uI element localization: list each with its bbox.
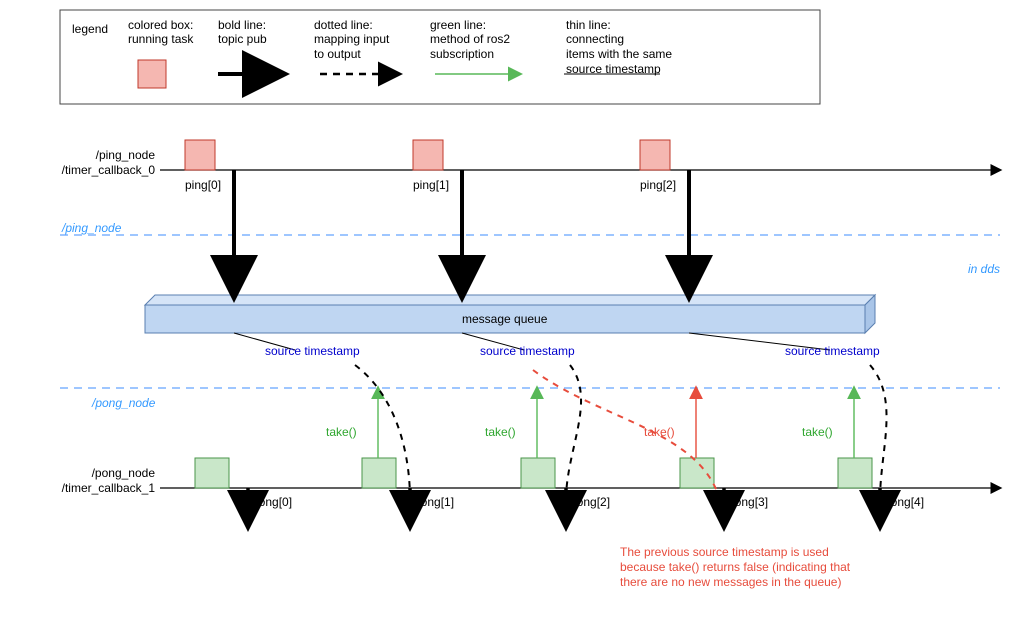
pong-label-4: pong[4]: [884, 495, 924, 510]
note-text: The previous source timestamp is used be…: [620, 545, 850, 590]
legend-item-4-s: connecting items with the same source ti…: [566, 32, 672, 77]
pong-label-1: pong[1]: [414, 495, 454, 510]
ping-node-label: /ping_node /timer_callback_0: [55, 148, 155, 178]
pong-label-2: pong[2]: [570, 495, 610, 510]
source-ts-2: source timestamp: [785, 344, 880, 359]
pong-task-3: [680, 458, 714, 488]
pong-label-0: pong[0]: [252, 495, 292, 510]
source-ts-1: source timestamp: [480, 344, 575, 359]
ping-task-1: [413, 140, 443, 170]
pong-label-3: pong[3]: [728, 495, 768, 510]
legend-item-1-s: topic pub: [218, 32, 267, 47]
take-1: take(): [326, 425, 357, 440]
take-4: take(): [802, 425, 833, 440]
pong-task-2: [521, 458, 555, 488]
take-2: take(): [485, 425, 516, 440]
region-dds-label: in dds: [968, 262, 1000, 277]
region-ping-label: /ping_node: [62, 221, 121, 236]
region-pong-label: /pong_node: [92, 396, 155, 411]
ping-label-2: ping[2]: [640, 178, 676, 193]
legend-item-1-t: bold line:: [218, 18, 266, 33]
legend-item-4-t: thin line:: [566, 18, 611, 33]
ping-label-0: ping[0]: [185, 178, 221, 193]
source-ts-0: source timestamp: [265, 344, 360, 359]
legend-item-2-t: dotted line:: [314, 18, 373, 33]
message-queue-label: message queue: [462, 312, 547, 327]
legend-item-0-t: colored box:: [128, 18, 193, 33]
take-3-fail: take(): [644, 425, 675, 440]
ping-label-1: ping[1]: [413, 178, 449, 193]
ping-task-2: [640, 140, 670, 170]
legend-item-3-t: green line:: [430, 18, 486, 33]
legend-item-0-s: running task: [128, 32, 193, 47]
pong-task-4: [838, 458, 872, 488]
pong-node-label: /pong_node /timer_callback_1: [55, 466, 155, 496]
diagram-root: legend colored box: running task bold li…: [0, 0, 1031, 626]
pong-task-0: [195, 458, 229, 488]
pong-task-1: [362, 458, 396, 488]
legend-item-3-s: method of ros2 subscription: [430, 32, 510, 62]
ping-task-0: [185, 140, 215, 170]
legend-title: legend: [72, 22, 108, 37]
legend-item-2-s: mapping input to output: [314, 32, 389, 62]
